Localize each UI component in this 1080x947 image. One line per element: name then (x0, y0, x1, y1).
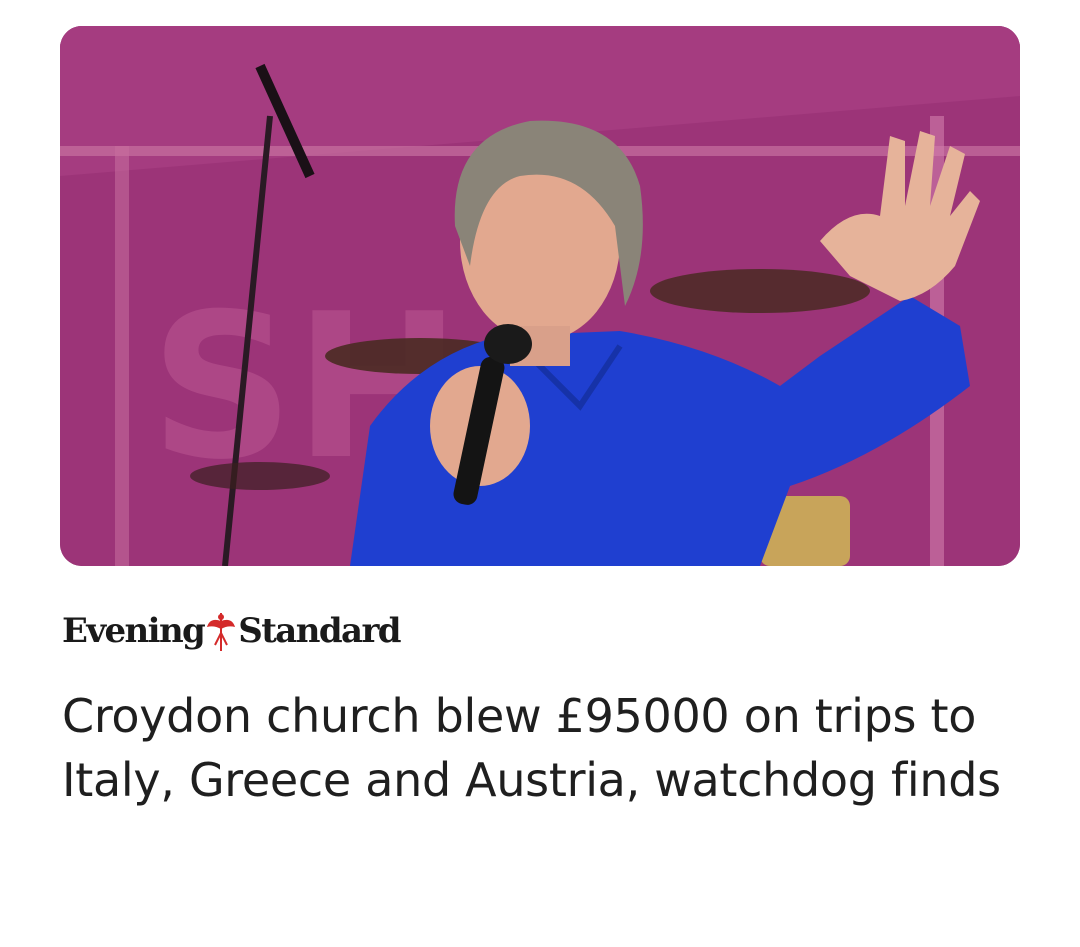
article-thumbnail[interactable]: SH (60, 26, 1020, 566)
thumbnail-illustration: SH (60, 26, 1020, 566)
winged-figure-icon (206, 609, 236, 653)
news-card[interactable]: SH Evening Standard Croydon church blew … (0, 0, 1080, 947)
article-headline[interactable]: Croydon church blew £95000 on trips to I… (62, 684, 1022, 812)
publisher-logo[interactable]: Evening Standard (62, 606, 402, 656)
publisher-name-part2: Standard (238, 611, 401, 651)
publisher-name-part1: Evening (62, 611, 206, 651)
